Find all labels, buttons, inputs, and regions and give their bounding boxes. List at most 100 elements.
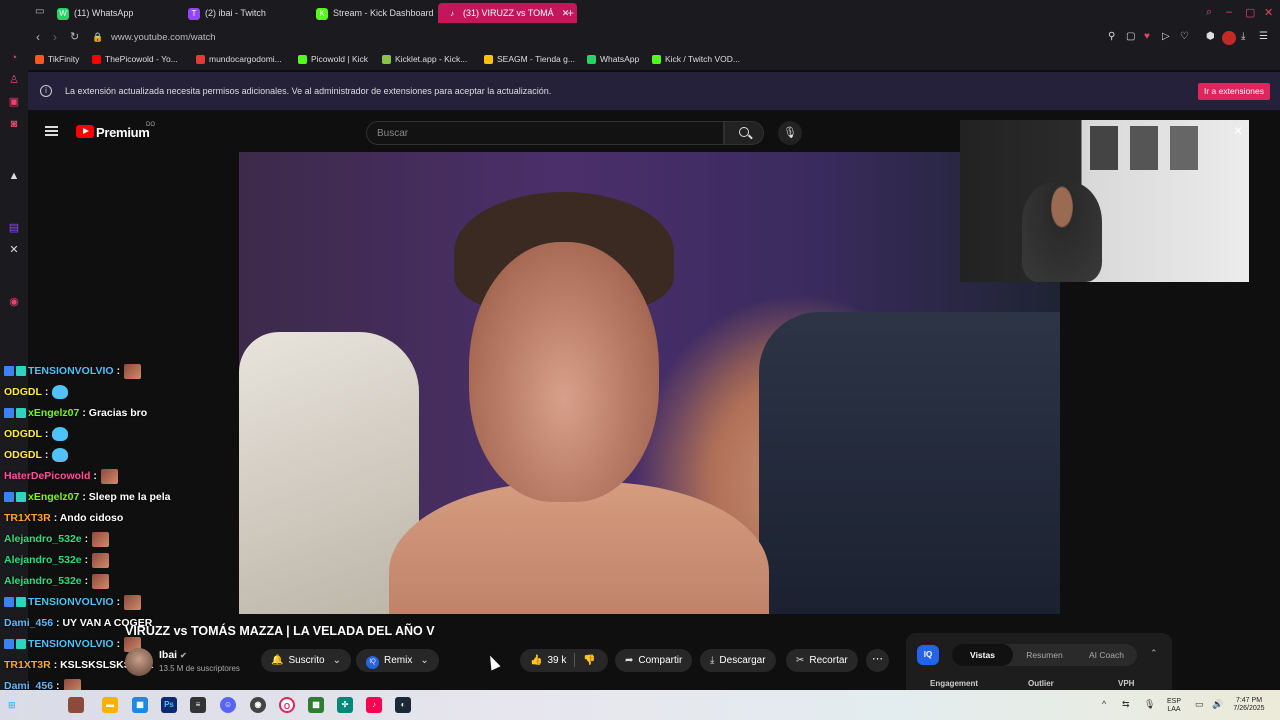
obs-icon[interactable]: ≡ (190, 697, 206, 713)
iq-tab-1[interactable]: Vistas (952, 644, 1013, 666)
reload-icon[interactable]: ↻ (70, 30, 79, 43)
tray-chevron-up-icon[interactable]: ^ (1102, 699, 1106, 709)
steam-icon[interactable]: ◐ (395, 697, 411, 713)
maximize-icon[interactable]: ▢ (1245, 6, 1255, 19)
taskbar-app-icon[interactable] (68, 697, 84, 713)
instagram-icon[interactable]: ◙ (6, 116, 22, 132)
chat-username[interactable]: TR1XT3R (4, 512, 51, 524)
tab-3[interactable]: K Stream - Kick Dashboard (316, 3, 434, 23)
chat-username[interactable]: Dami_456 (4, 617, 53, 629)
bookmark-item[interactable]: mundocargodomi... (196, 54, 282, 65)
clip-button[interactable]: ✂ Recortar (786, 649, 858, 672)
more-actions-button[interactable]: ⋯ (866, 649, 889, 672)
chat-username[interactable]: TENSIONVOLVIO (28, 596, 114, 608)
bookmark-item[interactable]: Kicklet.app - Kick... (382, 54, 467, 65)
language-indicator[interactable]: ESP LAA (1162, 698, 1186, 714)
chat-username[interactable]: ODGDL (4, 428, 42, 440)
thumbs-down-icon[interactable]: 👎 (583, 649, 595, 672)
tab-4[interactable]: ♪ (31) VIRUZZ vs TOMÁ ✕ (438, 3, 578, 23)
pocket-icon[interactable]: ♥ (1144, 31, 1150, 42)
store-icon[interactable]: ▦ (132, 697, 148, 713)
hamburger-menu-icon[interactable] (45, 126, 58, 136)
chat-username[interactable]: TR1XT3R (4, 659, 51, 671)
youtube-premium-label[interactable]: Premium (96, 125, 150, 140)
download-button[interactable]: ⤓ Descargar (700, 649, 776, 672)
heart-icon[interactable]: ♡ (1180, 31, 1189, 42)
chat-username[interactable]: xEngelz07 (28, 407, 79, 419)
chat-username[interactable]: Alejandro_532e (4, 575, 82, 587)
speed-dial-icon[interactable]: ◔ (6, 50, 22, 66)
chrome-icon[interactable]: ◉ (250, 697, 266, 713)
minimize-icon[interactable]: – (1226, 6, 1232, 18)
profile-avatar[interactable] (1222, 31, 1236, 45)
chat-username[interactable]: xEngelz07 (28, 491, 79, 503)
minecraft-icon[interactable]: ▩ (308, 697, 324, 713)
chat-badge-icon (16, 408, 26, 419)
photoshop-icon[interactable]: Ps (161, 697, 177, 713)
pin-icon[interactable]: ⚲ (1108, 31, 1115, 42)
download-icon[interactable]: ⤓ (1241, 31, 1245, 42)
close-icon[interactable]: ✕ (1233, 124, 1243, 138)
back-icon[interactable]: ‹ (36, 30, 40, 44)
chat-username[interactable]: ODGDL (4, 449, 42, 461)
channel-name[interactable]: Ibai ✔ (159, 649, 187, 661)
tab-2[interactable]: T (2) ibai - Twitch (188, 3, 266, 23)
aria-icon[interactable]: ♙ (6, 72, 22, 88)
clock[interactable]: 7:47 PM 7/26/2025 (1228, 697, 1270, 713)
volume-icon[interactable]: 🔊 (1212, 699, 1223, 710)
search-input[interactable] (377, 126, 707, 141)
messenger-icon[interactable]: ▣ (6, 94, 22, 110)
new-tab-button[interactable]: + (567, 3, 574, 23)
bookmark-item[interactable]: WhatsApp (587, 54, 639, 65)
chat-username[interactable]: HaterDePicowold (4, 470, 90, 482)
bookmark-item[interactable]: Picowold | Kick (298, 54, 368, 65)
url-text[interactable]: www.youtube.com/watch (111, 32, 216, 43)
network-icon[interactable]: ⇆ (1122, 699, 1130, 710)
iq-tab-3[interactable]: AI Coach (1076, 644, 1137, 666)
search-tabs-icon[interactable]: ⌕ (1206, 6, 1212, 19)
bookmark-item[interactable]: ThePicowold - Yo... (92, 54, 178, 65)
go-to-extensions-button[interactable]: Ir a extensiones (1198, 83, 1271, 100)
forward-icon[interactable]: › (53, 30, 57, 44)
chat-username[interactable]: TENSIONVOLVIO (28, 638, 114, 650)
player-icon[interactable]: ◉ (6, 294, 22, 310)
discord-icon[interactable]: ☺ (220, 697, 236, 713)
extensions-icon[interactable]: ⬢ (1206, 31, 1215, 42)
play-icon[interactable]: ▷ (1162, 31, 1170, 42)
twitch-icon[interactable]: ▤ (6, 220, 22, 236)
bookmark-item[interactable]: TikFinity (35, 54, 79, 65)
workspaces-icon[interactable]: ▭ (35, 6, 44, 17)
start-button[interactable]: ⊞ (8, 698, 58, 712)
iq-tab-2[interactable]: Resumen (1014, 644, 1075, 666)
chat-username[interactable]: Alejandro_532e (4, 533, 82, 545)
search-button[interactable] (724, 121, 764, 145)
tab-1[interactable]: W (11) WhatsApp (57, 3, 133, 23)
x-icon[interactable]: ✕ (6, 242, 22, 258)
microphone-tray-icon[interactable]: 🎙 (1144, 699, 1155, 710)
display-icon[interactable]: ▭ (1195, 699, 1204, 710)
youtube-logo-icon[interactable] (76, 125, 94, 138)
channel-avatar[interactable] (125, 648, 153, 676)
tiktok-icon[interactable]: ♪ (366, 697, 382, 713)
subscribed-button[interactable]: 🔔 Suscrito ⌄ (261, 649, 351, 672)
clip-label: Recortar (809, 655, 848, 666)
flow-icon[interactable]: ▲ (6, 168, 22, 184)
bookmark-item[interactable]: Kick / Twitch VOD... (652, 54, 740, 65)
bookmark-item[interactable]: SEAGM - Tienda g... (484, 54, 575, 65)
chat-username[interactable]: TENSIONVOLVIO (28, 365, 114, 377)
capcut-icon[interactable]: ✣ (337, 697, 353, 713)
menu-icon[interactable]: ☰ (1259, 31, 1268, 42)
close-window-icon[interactable]: ✕ (1264, 6, 1273, 19)
opera-gx-icon[interactable]: O (279, 697, 295, 713)
file-explorer-icon[interactable]: ▬ (102, 697, 118, 713)
like-button[interactable]: 👍 39 k 👎 (520, 649, 608, 672)
chat-username[interactable]: ODGDL (4, 386, 42, 398)
chat-username[interactable]: Alejandro_532e (4, 554, 82, 566)
remix-button[interactable]: IQ Remix ⌄ (356, 649, 439, 672)
voice-search-button[interactable]: 🎙 (778, 121, 802, 145)
share-button[interactable]: ➦ Compartir (615, 649, 693, 672)
chat-username[interactable]: Dami_456 (4, 680, 53, 690)
chevron-up-icon[interactable]: ⌃ (1150, 648, 1158, 659)
video-player[interactable] (239, 152, 1060, 614)
snapshot-icon[interactable]: ▢ (1126, 31, 1135, 42)
